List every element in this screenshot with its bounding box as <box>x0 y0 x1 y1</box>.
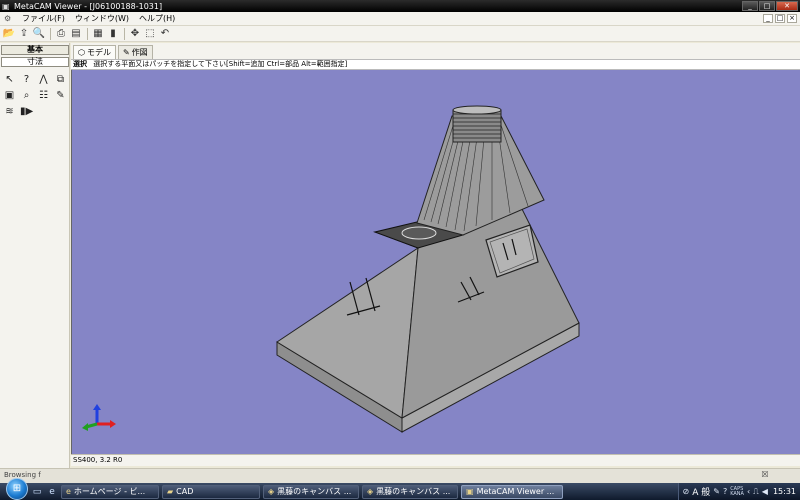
system-tray: ⊘ A 般 ✎ ? CAPS KANA ‹ ⎍ ◀ 15:31 <box>677 483 800 500</box>
ime-help-icon[interactable]: ? <box>723 487 727 496</box>
task-browser-2[interactable]: ◈ 黒藤のキャンバス ... <box>362 484 458 499</box>
hint-mode: 選択 <box>73 60 87 68</box>
layer-icon[interactable]: ⧉ <box>54 73 67 86</box>
zoom-icon[interactable]: ⌕ <box>20 89 33 102</box>
layers-icon[interactable]: ≋ <box>3 105 16 118</box>
menu-bar: ⚙ ファイル(F) ウィンドウ(W) ヘルプ(H) _ □ × <box>0 12 800 26</box>
ie-icon: e <box>66 487 71 496</box>
minimize-button[interactable]: _ <box>742 1 758 11</box>
view-tabs: ⬡ モデル ✎ 作図 <box>71 43 800 59</box>
title-bar: ▣ MetaCAM Viewer - [J06100188-1031] _ □ … <box>0 0 800 12</box>
mdi-close-button[interactable]: × <box>787 14 797 23</box>
task-cad-folder[interactable]: ▰ CAD <box>162 484 260 499</box>
network-icon[interactable]: ⎍ <box>753 487 759 497</box>
task-browser-1[interactable]: ◈ 黒藤のキャンバス ... <box>263 484 359 499</box>
main-toolbar: 📂 ⇪ 🔍 ⎙ ▤ ▦ ▮ ✥ ⬚ ↶ <box>0 26 800 42</box>
status-close-icon[interactable]: ☒ <box>760 470 770 480</box>
document-icon[interactable]: ▮ <box>106 27 120 41</box>
print-icon[interactable]: ⎙ <box>54 27 68 41</box>
task-label: 黒藤のキャンバス ... <box>376 487 451 496</box>
mdi-controls: _ □ × <box>763 14 797 23</box>
kana-label: KANA <box>730 490 744 497</box>
collar-top <box>452 105 502 115</box>
clock[interactable]: 15:31 <box>773 487 796 496</box>
menu-window[interactable]: ウィンドウ(W) <box>70 13 134 24</box>
metacam-icon: ▣ <box>2 1 10 11</box>
language-icon[interactable]: ⊘ <box>683 487 690 496</box>
browser-status-bar: Browsing f ☒ <box>0 468 800 483</box>
close-button[interactable]: ✕ <box>776 1 798 11</box>
menu-file[interactable]: ファイル(F) <box>17 13 70 24</box>
browser-status-text: Browsing f <box>4 471 41 479</box>
document-system-icon[interactable]: ⚙ <box>4 14 14 23</box>
note-icon[interactable]: ✎ <box>54 89 67 102</box>
tree-icon[interactable]: ☷ <box>37 89 50 102</box>
taskbar: ⊞ ▭ e e ホームページ - ビ... ▰ CAD ◈ 黒藤のキャンバス .… <box>0 477 800 500</box>
toolbar-separator <box>124 27 125 40</box>
info-icon[interactable]: ▣ <box>3 89 16 102</box>
open-icon[interactable]: 📂 <box>2 27 16 41</box>
ime-tool-icon[interactable]: ✎ <box>713 487 720 496</box>
print-setup-icon[interactable]: ▤ <box>69 27 83 41</box>
import-icon[interactable]: ⇪ <box>17 27 31 41</box>
task-label: 黒藤のキャンバス ... <box>277 487 352 496</box>
3d-viewport[interactable] <box>71 70 800 454</box>
maximize-button[interactable]: □ <box>759 1 775 11</box>
window-title: MetaCAM Viewer - [J06100188-1031] <box>14 1 163 11</box>
select-arrow-icon[interactable]: ↖ <box>3 73 16 86</box>
pan-icon[interactable]: ✥ <box>128 27 142 41</box>
browser-icon: ◈ <box>268 487 275 496</box>
ie-quicklaunch-icon[interactable]: e <box>46 486 58 498</box>
window-controls: _ □ ✕ <box>742 1 798 11</box>
command-hint-bar: 選択 選択する平面又はパッチを指定して下さい[Shift=追加 Ctrl=部品 … <box>71 59 800 70</box>
tray-expand-icon[interactable]: ‹ <box>747 487 750 496</box>
axis-triad <box>82 404 116 431</box>
model-canvas[interactable] <box>72 70 800 454</box>
task-label: ホームページ - ビ... <box>73 487 146 496</box>
caps-kana-indicator: CAPS KANA <box>730 486 744 497</box>
top-hole <box>401 226 437 240</box>
toolbar-separator <box>87 27 88 40</box>
menu-help[interactable]: ヘルプ(H) <box>134 13 180 24</box>
task-label: CAD <box>176 487 194 496</box>
folder-icon: ▰ <box>167 487 174 496</box>
task-metacam[interactable]: ▣ MetaCAM Viewer ... <box>461 484 563 499</box>
task-label: MetaCAM Viewer ... <box>476 487 555 496</box>
toolbar-separator <box>50 27 51 40</box>
browser-icon: ◈ <box>367 487 374 496</box>
tool-grid: ↖ ? ⋀ ⧉ ▣ ⌕ ☷ ✎ ≋ ▮▶ <box>0 67 69 124</box>
tab-drawing[interactable]: ✎ 作図 <box>117 45 153 59</box>
zoom-window-icon[interactable]: ⬚ <box>143 27 157 41</box>
metacam-icon: ▣ <box>466 487 474 496</box>
volume-icon[interactable]: ◀ <box>762 487 768 496</box>
tab-model-label: モデル <box>86 48 111 57</box>
material-status: SS400, 3.2 R0 <box>71 454 800 466</box>
play-icon[interactable]: ▮▶ <box>20 105 33 118</box>
drawing-icon: ✎ <box>122 48 130 57</box>
tab-model[interactable]: ⬡ モデル <box>73 45 116 59</box>
tab-drawing-label: 作図 <box>131 48 148 57</box>
tab-dimension[interactable]: 寸法 <box>1 57 69 67</box>
hint-text: 選択する平面又はパッチを指定して下さい[Shift=追加 Ctrl=部品 Alt… <box>93 60 348 68</box>
mdi-restore-button[interactable]: □ <box>775 14 785 23</box>
tool-panel: 基本 寸法 ↖ ? ⋀ ⧉ ▣ ⌕ ☷ ✎ ≋ ▮▶ <box>0 43 70 468</box>
properties-icon[interactable]: ▦ <box>91 27 105 41</box>
measure-icon[interactable]: ⋀ <box>37 73 50 86</box>
show-desktop-icon[interactable]: ▭ <box>31 486 43 498</box>
select-query-icon[interactable]: ? <box>20 73 33 86</box>
ime-indicator[interactable]: A 般 <box>692 485 710 498</box>
mdi-minimize-button[interactable]: _ <box>763 14 773 23</box>
tab-basic[interactable]: 基本 <box>1 45 69 55</box>
zoom-undo-icon[interactable]: ↶ <box>158 27 172 41</box>
start-button[interactable]: ⊞ <box>6 477 28 500</box>
task-ie[interactable]: e ホームページ - ビ... <box>61 484 159 499</box>
model-icon: ⬡ <box>78 48 85 57</box>
print-preview-icon[interactable]: 🔍 <box>32 27 46 41</box>
